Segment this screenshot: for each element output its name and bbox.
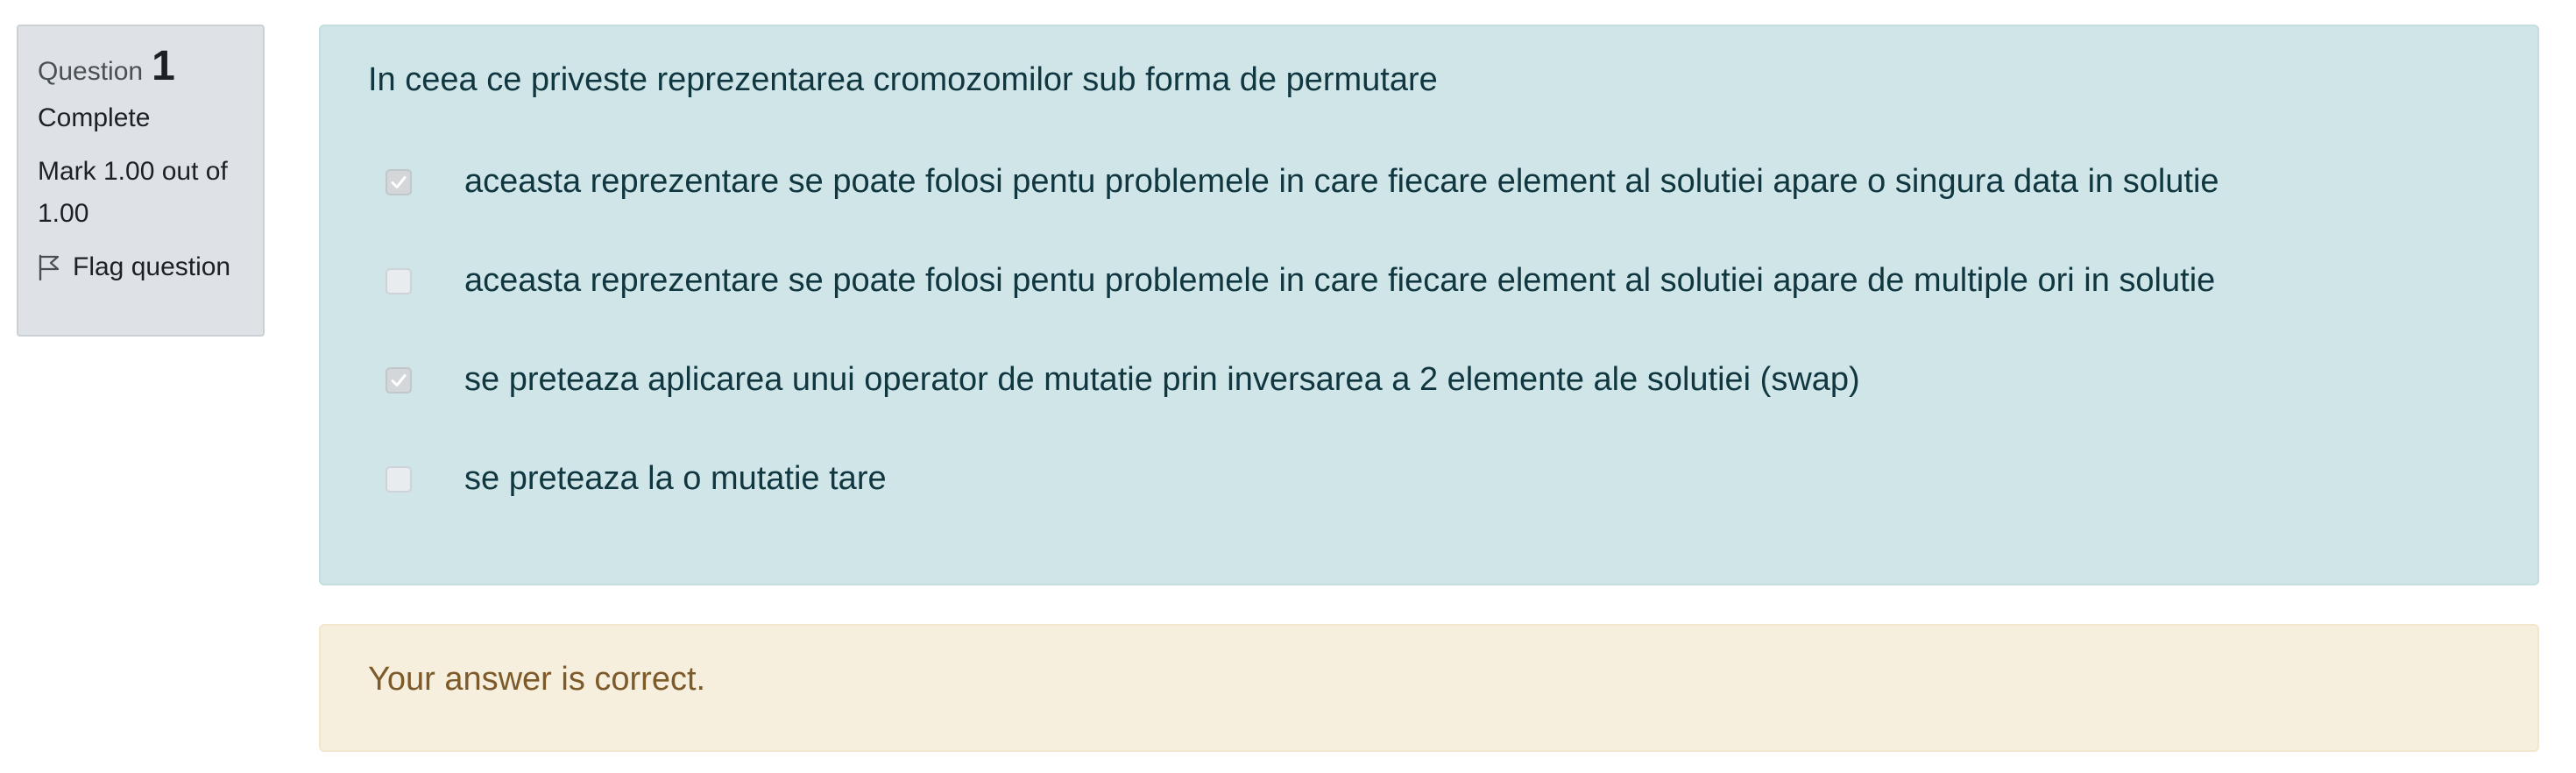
- question-info-panel: Question 1 Complete Mark 1.00 out of 1.0…: [17, 25, 265, 337]
- question-content: In ceea ce priveste reprezentarea cromoz…: [319, 25, 2539, 585]
- answer-checkbox-2[interactable]: [386, 267, 412, 294]
- answer-label-1: aceasta reprezentare se poate folosi pen…: [464, 163, 2219, 200]
- flag-question-label: Flag question: [73, 252, 231, 281]
- answer-checkbox-3[interactable]: [386, 366, 412, 394]
- grade-line-1: Mark 1.00 out of: [38, 157, 228, 186]
- question-grade: Mark 1.00 out of 1.00: [38, 151, 244, 235]
- question-number: Question 1: [38, 46, 244, 88]
- question-state: Complete: [38, 103, 151, 132]
- feedback-text: Your answer is correct.: [368, 661, 706, 698]
- answer-option-4: se preteaza la o mutatie tare: [386, 460, 887, 498]
- question-text: In ceea ce priveste reprezentarea cromoz…: [368, 61, 1438, 98]
- flag-question-link[interactable]: Flag question: [38, 252, 244, 282]
- answer-option-1: aceasta reprezentare se poate folosi pen…: [386, 163, 2219, 201]
- answer-option-3: se preteaza aplicarea unui operator de m…: [386, 361, 1860, 399]
- feedback-box: Your answer is correct.: [319, 624, 2539, 752]
- question-number-value: 1: [152, 43, 175, 89]
- answer-checkbox-4[interactable]: [386, 465, 412, 493]
- flag-icon: [38, 254, 60, 280]
- checkmark-icon: [391, 175, 407, 188]
- question-label: Question: [38, 57, 144, 86]
- answer-checkbox-1[interactable]: [386, 168, 412, 195]
- answer-option-2: aceasta reprezentare se poate folosi pen…: [386, 262, 2215, 300]
- checkmark-icon: [391, 373, 407, 386]
- answer-label-3: se preteaza aplicarea unui operator de m…: [464, 361, 1860, 398]
- answer-label-2: aceasta reprezentare se poate folosi pen…: [464, 262, 2216, 299]
- grade-line-2: 1.00: [38, 199, 89, 228]
- answer-label-4: se preteaza la o mutatie tare: [464, 460, 887, 497]
